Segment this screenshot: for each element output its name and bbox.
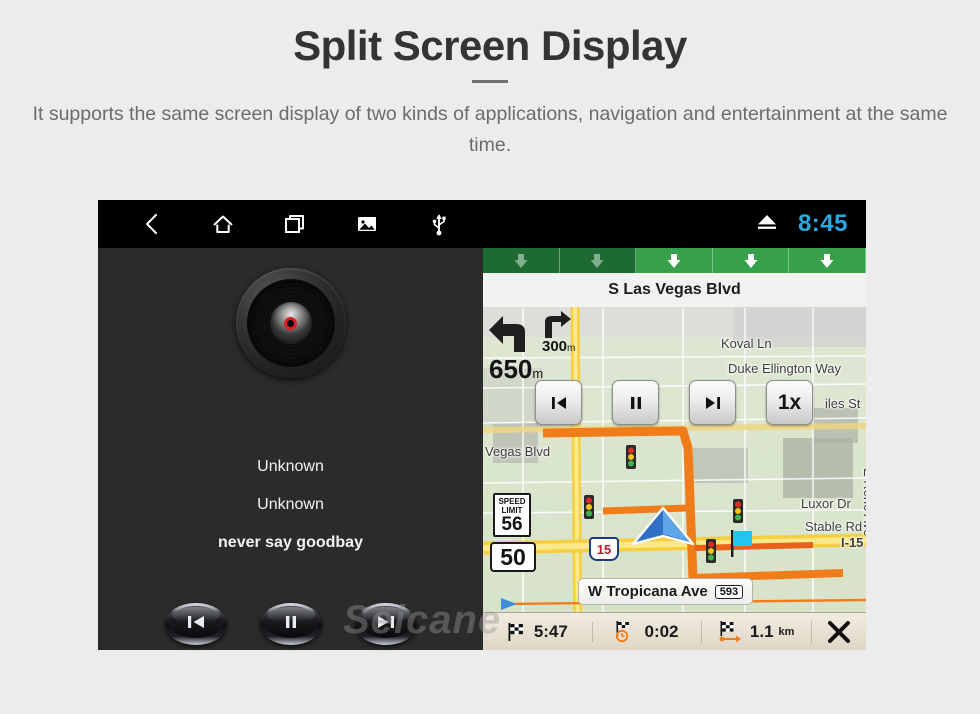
traffic-light-icon	[733, 499, 743, 523]
remaining-distance-value: 1.1	[749, 621, 774, 641]
navigation-map-pane[interactable]: S Las Vegas Blvd 300m 650m Vegas Blvd Ko…	[483, 248, 866, 650]
media-pause-button[interactable]	[259, 603, 322, 645]
track-title: never say goodbay	[218, 534, 363, 551]
map-label-luxor-dr: Luxor Dr	[801, 496, 851, 511]
destination-flag-icon	[731, 530, 752, 557]
turn-left-arrow-icon	[489, 316, 525, 352]
flag-clock-icon	[616, 620, 630, 642]
eject-icon[interactable]	[754, 211, 780, 238]
traffic-light-icon	[706, 539, 716, 563]
nav-speed-button[interactable]: 1x	[766, 380, 813, 425]
vehicle-position-arrow	[631, 506, 695, 546]
gallery-icon[interactable]	[342, 200, 392, 248]
eta-cell[interactable]: 5:47	[483, 621, 593, 642]
media-previous-button[interactable]	[164, 603, 227, 645]
page-header: Split Screen Display It supports the sam…	[0, 0, 980, 160]
recents-icon[interactable]	[270, 200, 320, 248]
remaining-distance-cell[interactable]: 1.1 km	[702, 620, 813, 643]
speed-limit-sign: SPEED LIMIT 56	[493, 493, 531, 537]
page-title: Split Screen Display	[293, 22, 687, 69]
lane-arrow	[636, 248, 713, 273]
map-label-duke-ellington-way: Duke Ellington Way	[728, 361, 841, 376]
speed-limit-label-1: SPEED	[498, 497, 526, 506]
checkered-flag-icon	[508, 622, 523, 641]
turn-right-arrow-icon	[545, 311, 571, 338]
remaining-time-cell[interactable]: 0:02	[593, 620, 703, 643]
lane-arrow	[559, 248, 637, 273]
lane-arrow	[712, 248, 790, 273]
close-icon[interactable]	[812, 612, 866, 650]
lane-arrow	[789, 248, 866, 273]
speed-limit-value: 56	[501, 514, 523, 535]
interstate-shield-icon: 15	[589, 537, 619, 561]
track-artist: Unknown	[257, 458, 324, 475]
map-media-controls: 1x	[535, 380, 865, 428]
media-controls	[98, 603, 483, 645]
current-street-banner: S Las Vegas Blvd	[483, 273, 866, 307]
bottom-street-name: W Tropicana Ave	[588, 583, 708, 600]
traffic-light-icon	[584, 495, 594, 519]
bottom-street-callout: W Tropicana Ave 593	[578, 578, 754, 605]
remaining-time-value: 0:02	[644, 621, 679, 641]
turn-sub-distance: 300m	[542, 338, 576, 355]
map-label-vegas-blvd: Vegas Blvd	[485, 444, 551, 459]
traffic-light-icon	[626, 445, 636, 469]
map-label-i15: I-15	[841, 535, 864, 550]
cd-disc-icon	[235, 268, 346, 378]
nav-previous-button[interactable]	[535, 380, 582, 425]
track-album: Unknown	[257, 496, 324, 513]
lane-arrow	[483, 248, 560, 273]
route-shield: 593	[714, 584, 744, 599]
interstate-shield-number: 15	[596, 541, 612, 557]
status-bar-clock: 8:45	[797, 210, 848, 237]
remaining-distance-unit: km	[778, 625, 795, 638]
map-label-koval-ln: Koval Ln	[721, 336, 772, 351]
nav-pause-button[interactable]	[612, 380, 659, 425]
usb-icon[interactable]	[414, 200, 464, 248]
device-screen: 8:45 Unknown Unknown never say goodbay S…	[98, 200, 866, 650]
title-divider	[472, 80, 508, 84]
map-label-stable-rd: Stable Rd	[805, 519, 863, 534]
flag-arrow-icon	[719, 620, 741, 642]
media-next-button[interactable]	[354, 603, 417, 645]
map-label-e-reno-ave: E Reno Ave	[861, 468, 866, 537]
page-subtitle: It supports the same screen display of t…	[32, 103, 948, 156]
nav-status-bar: 5:47 0:02 1.1 km	[483, 612, 866, 650]
android-status-bar: 8:45	[98, 200, 866, 248]
current-speed-indicator: 50	[490, 542, 536, 572]
home-icon[interactable]	[198, 200, 248, 248]
nav-next-button[interactable]	[689, 380, 736, 425]
back-icon[interactable]	[126, 200, 176, 248]
track-info: Unknown Unknown never say goodbay	[98, 448, 483, 562]
eta-value: 5:47	[533, 621, 568, 641]
status-bar-right: 8:45	[754, 210, 866, 238]
turn-instruction-panel: 300m 650m	[487, 310, 579, 386]
lane-guidance-bar	[483, 248, 866, 273]
nav-speed-label: 1x	[777, 390, 802, 414]
media-player-pane: Unknown Unknown never say goodbay	[98, 248, 483, 650]
